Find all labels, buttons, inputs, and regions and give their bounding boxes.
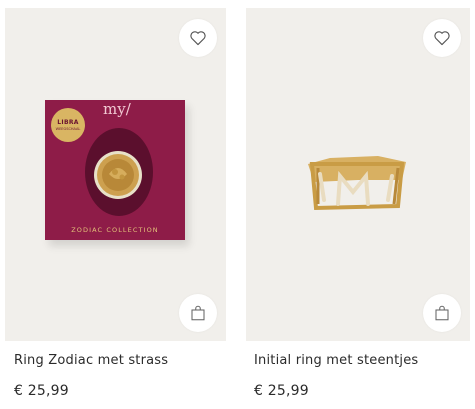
sticker-title: LIBRA [57,119,79,126]
product-packaging-box: my/ LIBRA WEEGSCHAAL ZODIAC COLLECTION [45,100,185,240]
shopping-bag-icon [191,305,205,321]
zodiac-coin-ring [94,151,142,199]
packaging-label: ZODIAC COLLECTION [71,226,159,234]
favorite-button[interactable] [179,19,217,57]
libra-sticker: LIBRA WEEGSCHAAL [51,108,85,142]
packaging-brand: my/ [103,100,131,118]
shopping-bag-icon [435,305,449,321]
product-grid: my/ LIBRA WEEGSCHAAL ZODIAC COLLECTION R… [0,0,475,409]
sticker-subtitle: WEEGSCHAAL [55,127,81,131]
add-to-bag-button[interactable] [179,294,217,332]
add-to-bag-button[interactable] [423,294,461,332]
product-name[interactable]: Initial ring met steentjes [254,353,418,368]
product-card[interactable]: my/ LIBRA WEEGSCHAAL ZODIAC COLLECTION R… [5,0,226,409]
product-image[interactable]: my/ LIBRA WEEGSCHAAL ZODIAC COLLECTION [5,8,226,341]
product-price: € 25,99 [254,383,309,399]
product-name[interactable]: Ring Zodiac met strass [14,353,168,368]
product-image[interactable]: M [246,8,470,341]
product-price: € 25,99 [14,383,69,399]
heart-icon [190,31,206,46]
heart-icon [434,31,450,46]
product-card[interactable]: M Initial ring met steentjes € 25,99 [246,0,470,409]
initial-ring: M [308,156,406,211]
favorite-button[interactable] [423,19,461,57]
